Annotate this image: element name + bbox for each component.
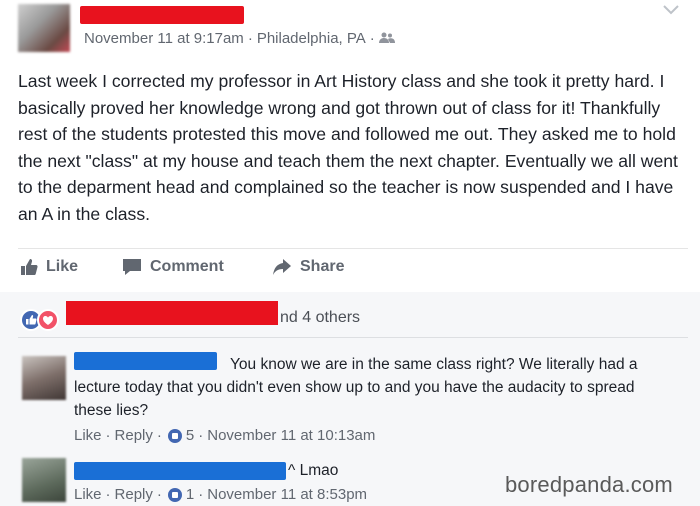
comment-label: Comment: [150, 258, 224, 275]
friends-icon[interactable]: [378, 31, 395, 43]
watermark: boredpanda.com: [505, 472, 673, 497]
comment-timestamp[interactable]: November 11 at 8:53pm: [207, 486, 367, 503]
comment-icon: [123, 259, 141, 275]
share-button[interactable]: Share: [272, 258, 344, 276]
comment-footer: Like · Reply · 5 · November 11 at 10:13am: [74, 427, 376, 444]
poster-avatar[interactable]: [18, 4, 70, 52]
comment-reply-link[interactable]: Reply: [115, 427, 153, 444]
chevron-down-icon[interactable]: [663, 2, 679, 18]
comment-text: ^ Lmao: [288, 462, 339, 479]
commenter-avatar[interactable]: [22, 458, 66, 502]
comment-like-count[interactable]: 5: [186, 427, 194, 444]
redacted-poster-name: [80, 6, 244, 24]
redacted-commenter-name: [74, 462, 286, 480]
like-button[interactable]: Like: [20, 258, 78, 276]
comment-button[interactable]: Comment: [122, 258, 224, 276]
love-reaction-icon: [37, 309, 59, 331]
thumbs-up-icon: [21, 259, 38, 275]
like-reaction-icon: [167, 487, 182, 502]
comment-like-link[interactable]: Like: [74, 427, 102, 444]
share-label: Share: [300, 258, 345, 275]
post-meta: November 11 at 9:17am · Philadelphia, PA ·: [84, 30, 395, 47]
reaction-icons[interactable]: [20, 309, 64, 331]
comment-timestamp[interactable]: November 11 at 10:13am: [207, 427, 375, 444]
divider: [18, 248, 688, 249]
post-location[interactable]: Philadelphia, PA: [257, 30, 366, 47]
redacted-likers: [66, 301, 278, 325]
comment-reply-link[interactable]: Reply: [115, 486, 153, 503]
post-body: Last week I corrected my professor in Ar…: [18, 71, 678, 224]
likes-summary[interactable]: nd 4 others: [280, 309, 360, 327]
meta-separator: ·: [369, 30, 375, 47]
like-reaction-icon: [167, 428, 182, 443]
post-card: November 11 at 9:17am · Philadelphia, PA · …: [0, 0, 700, 292]
comment-like-link[interactable]: Like: [74, 486, 102, 503]
share-icon: [273, 259, 291, 275]
post-timestamp[interactable]: November 11 at 9:17am: [84, 30, 244, 47]
meta-separator: ·: [247, 30, 253, 47]
commenter-avatar[interactable]: [22, 356, 66, 400]
like-label: Like: [46, 258, 79, 275]
comment-text: You know we are in the same class right?…: [74, 356, 638, 419]
comment-like-count[interactable]: 1: [186, 486, 194, 503]
post-actions: Like Comment Share: [0, 256, 700, 284]
divider: [18, 337, 688, 338]
comment-footer: Like · Reply · 1 · November 11 at 8:53pm: [74, 486, 368, 503]
